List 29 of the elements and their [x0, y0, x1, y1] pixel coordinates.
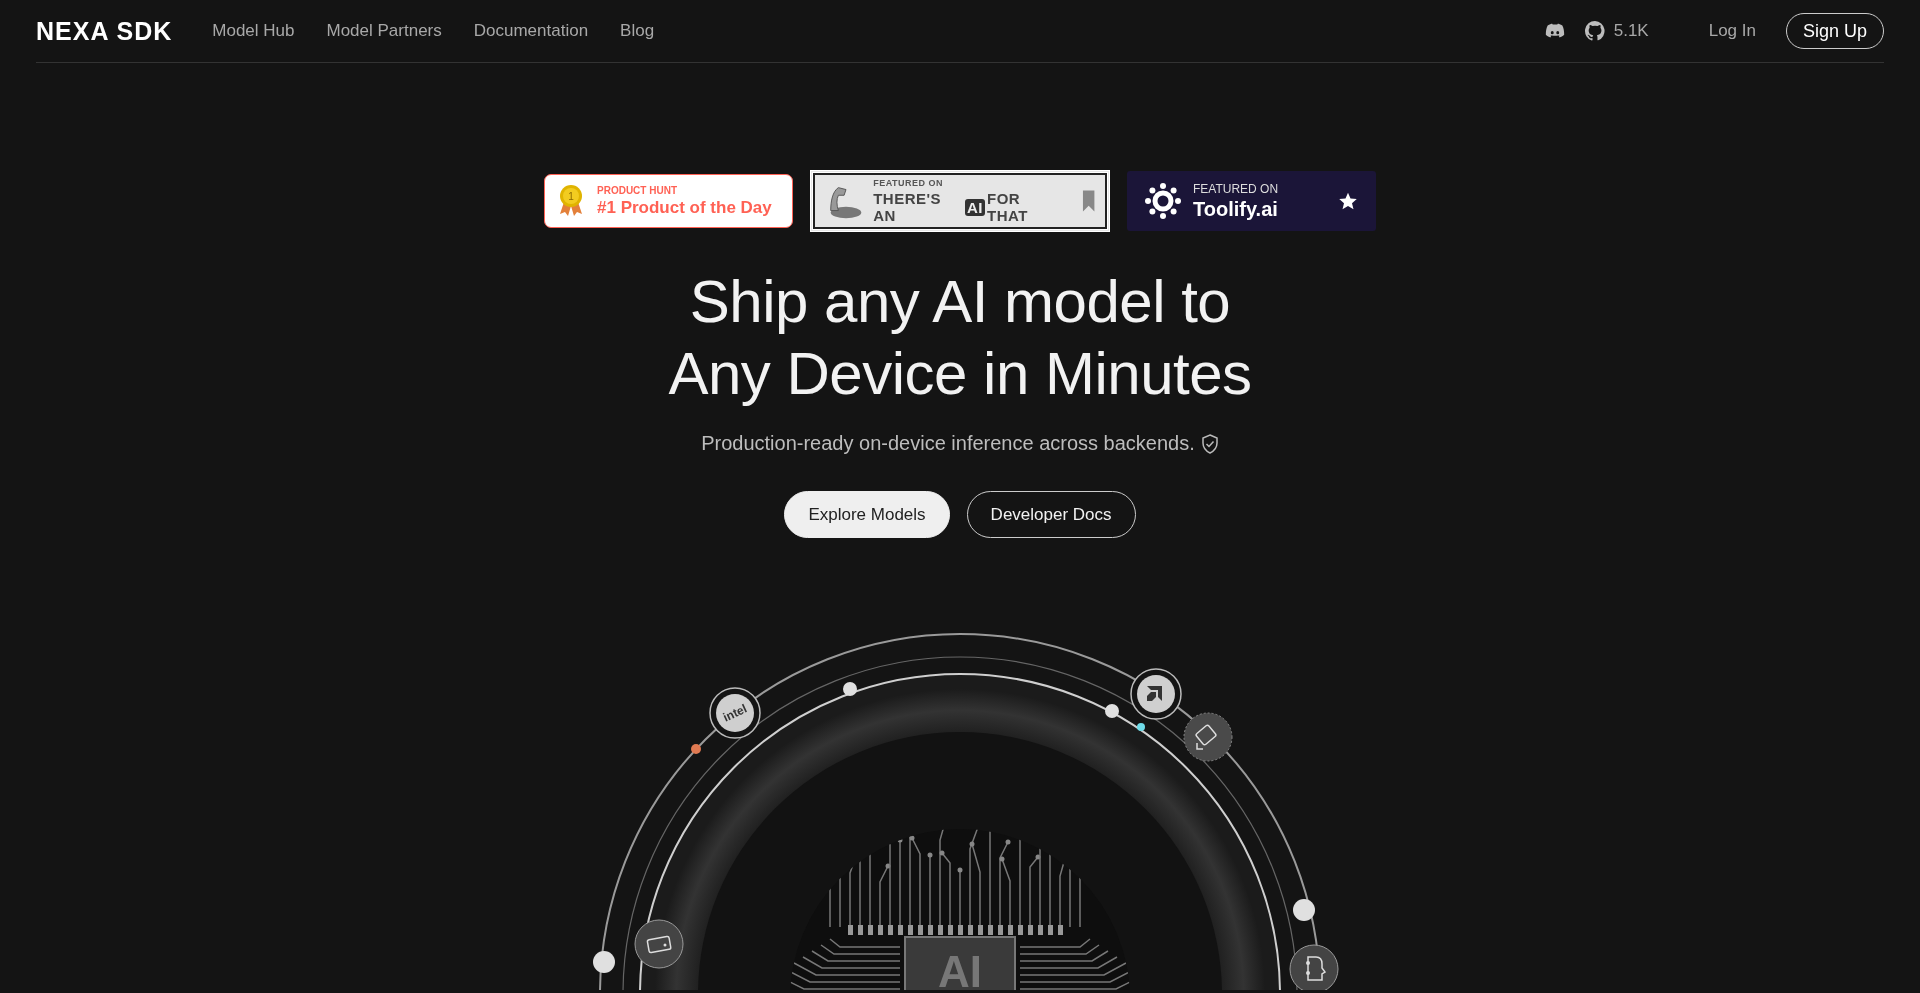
nav-link[interactable]: Blog: [620, 21, 655, 40]
robot-head-icon: [1289, 944, 1339, 990]
badge-eyebrow: FEATURED ON: [873, 178, 945, 188]
hero-heading-line: Any Device in Minutes: [668, 339, 1252, 409]
subtitle: Production-ready on-device inference across backends.: [701, 432, 1195, 455]
card-device-icon: [634, 919, 684, 969]
github-link[interactable]: 5.1K: [1583, 20, 1649, 42]
nav-link[interactable]: Documentation: [473, 21, 589, 40]
badge-eyebrow: FEATURED ON: [1193, 181, 1279, 196]
ring-logo-icon: [1145, 183, 1181, 219]
explore-models-button[interactable]: Explore Models: [784, 491, 950, 538]
intel-logo-icon: intel: [709, 687, 761, 739]
nav-link[interactable]: Model Partners: [326, 21, 442, 40]
nav-link[interactable]: Model Hub: [212, 21, 295, 40]
hero-heading-line: Ship any AI model to: [688, 267, 1232, 337]
medal-number: 1: [568, 191, 574, 202]
star-icon: [1338, 191, 1358, 211]
badge-eyebrow: PRODUCT HUNT: [597, 184, 678, 196]
amd-logo-icon: [1130, 668, 1182, 720]
tablet-icon: [1183, 712, 1233, 762]
toolify-badge[interactable]: FEATURED ON Toolify.ai: [1127, 171, 1376, 231]
bookmark-icon: [1081, 189, 1095, 213]
badge-title: #1 Product of the Day: [597, 197, 772, 218]
badge-title: Toolify.ai: [1193, 197, 1279, 221]
github-icon: [1583, 20, 1606, 42]
login-link[interactable]: Log In: [1708, 21, 1756, 41]
logo[interactable]: NEXA SDK: [36, 16, 173, 46]
shield-check-icon: [1200, 433, 1219, 454]
chip-label: AI: [938, 947, 982, 990]
